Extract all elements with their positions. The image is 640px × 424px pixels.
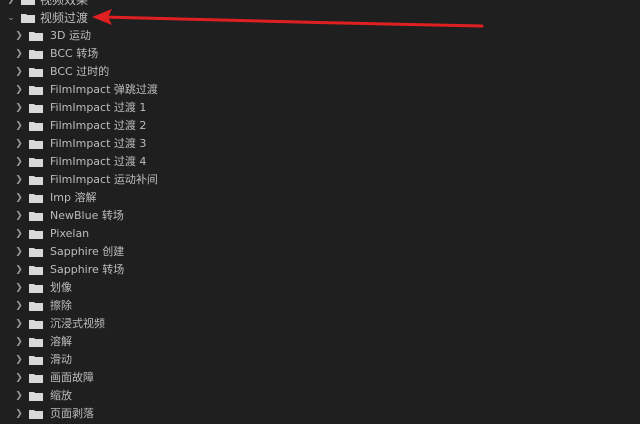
tree-item[interactable]: ❯ 擦除 [0, 297, 640, 315]
tree-item[interactable]: ❯ 画面故障 [0, 369, 640, 387]
tree-item[interactable]: ❯ FilmImpact 运动补间 [0, 171, 640, 189]
tree-item[interactable]: ❯ 3D 运动 [0, 27, 640, 45]
chevron-right-icon[interactable]: ❯ [14, 207, 24, 225]
chevron-right-icon[interactable]: ❯ [14, 189, 24, 207]
tree-item[interactable]: ❯ FilmImpact 过渡 2 [0, 117, 640, 135]
tree-item[interactable]: ❯ Sapphire 转场 [0, 261, 640, 279]
folder-icon [29, 409, 43, 419]
chevron-right-icon[interactable]: ❯ [14, 279, 24, 297]
chevron-right-icon[interactable]: ❯ [14, 27, 24, 45]
tree-item-label: Pixelan [50, 227, 90, 240]
folder-icon [29, 247, 43, 257]
folder-icon [29, 139, 43, 149]
tree-item-label: FilmImpact 过渡 3 [50, 137, 147, 150]
tree-item[interactable]: ❯ 沉浸式视频 [0, 315, 640, 333]
tree-item-label: 缩放 [50, 389, 72, 402]
tree-item-label: Sapphire 创建 [50, 245, 125, 258]
tree-item-label: 3D 运动 [50, 29, 91, 42]
chevron-right-icon[interactable]: ❯ [14, 45, 24, 63]
tree-item-label: FilmImpact 运动补间 [50, 173, 158, 186]
chevron-right-icon[interactable]: ❯ [14, 333, 24, 351]
tree-item-label: FilmImpact 弹跳过渡 [50, 83, 158, 96]
folder-icon [29, 193, 43, 203]
tree-item-label: 沉浸式视频 [50, 317, 105, 330]
folder-icon [29, 85, 43, 95]
tree-item-label: 视频效果 [40, 0, 89, 7]
tree-item-label: BCC 过时的 [50, 65, 110, 78]
folder-icon [29, 103, 43, 113]
folder-icon [29, 229, 43, 239]
tree-item-label: FilmImpact 过渡 2 [50, 119, 147, 132]
chevron-right-icon[interactable]: ❯ [14, 351, 24, 369]
folder-icon [29, 121, 43, 131]
chevron-right-icon[interactable]: ❯ [14, 297, 24, 315]
folder-icon [29, 283, 43, 293]
tree-item-label: 滑动 [50, 353, 72, 366]
tree-item[interactable]: ❯ Sapphire 创建 [0, 243, 640, 261]
tree-item-video-effects[interactable]: ❯ 视频效果 [0, 0, 640, 9]
chevron-right-icon[interactable]: ❯ [14, 81, 24, 99]
chevron-right-icon[interactable]: ❯ [14, 135, 24, 153]
tree-item[interactable]: ❯ 溶解 [0, 333, 640, 351]
tree-item[interactable]: ❯ 划像 [0, 279, 640, 297]
tree-item-label: Imp 溶解 [50, 191, 97, 204]
tree-item-label: FilmImpact 过渡 4 [50, 155, 147, 168]
folder-icon [21, 0, 35, 5]
tree-item[interactable]: ❯ FilmImpact 弹跳过渡 [0, 81, 640, 99]
tree-item-label: 画面故障 [50, 371, 94, 384]
tree-item[interactable]: ❯ FilmImpact 过渡 3 [0, 135, 640, 153]
tree-item-label: 划像 [50, 281, 72, 294]
tree-item-label: FilmImpact 过渡 1 [50, 101, 147, 114]
chevron-right-icon[interactable]: ❯ [14, 387, 24, 405]
tree-item-label: BCC 转场 [50, 47, 99, 60]
folder-icon [29, 67, 43, 77]
chevron-right-icon[interactable]: ❯ [14, 153, 24, 171]
tree-item-label: 擦除 [50, 299, 72, 312]
folder-icon [29, 175, 43, 185]
chevron-right-icon[interactable]: ❯ [14, 261, 24, 279]
chevron-right-icon[interactable]: ❯ [14, 243, 24, 261]
folder-icon [29, 49, 43, 59]
chevron-right-icon[interactable]: ❯ [14, 63, 24, 81]
tree-item[interactable]: ❯ BCC 过时的 [0, 63, 640, 81]
folder-icon [29, 211, 43, 221]
folder-icon [29, 157, 43, 167]
folder-icon [29, 319, 43, 329]
tree-item-video-transitions[interactable]: ⌄ 视频过渡 [0, 9, 640, 27]
chevron-right-icon[interactable]: ❯ [14, 369, 24, 387]
tree-item[interactable]: ❯ 页面剥落 [0, 405, 640, 423]
chevron-right-icon[interactable]: ❯ [14, 99, 24, 117]
folder-icon [29, 337, 43, 347]
folder-icon [29, 265, 43, 275]
tree-item[interactable]: ❯ FilmImpact 过渡 1 [0, 99, 640, 117]
chevron-down-icon[interactable]: ⌄ [6, 9, 16, 27]
tree-item-label: 页面剥落 [50, 407, 94, 420]
tree-item[interactable]: ❯ 缩放 [0, 387, 640, 405]
chevron-right-icon[interactable]: ❯ [14, 315, 24, 333]
tree-item-label: 溶解 [50, 335, 72, 348]
tree-item-label: NewBlue 转场 [50, 209, 124, 222]
tree-item[interactable]: ❯ BCC 转场 [0, 45, 640, 63]
tree-item[interactable]: ❯ Pixelan [0, 225, 640, 243]
folder-icon [29, 373, 43, 383]
chevron-right-icon[interactable]: ❯ [14, 225, 24, 243]
tree-item[interactable]: ❯ NewBlue 转场 [0, 207, 640, 225]
tree-item[interactable]: ❯ Imp 溶解 [0, 189, 640, 207]
effects-tree: ❯ 视频效果 ⌄ 视频过渡 ❯ 3D 运动 ❯ BCC 转场 ❯ BCC 过时的 ❯ Film… [0, 0, 640, 423]
tree-item[interactable]: ❯ FilmImpact 过渡 4 [0, 153, 640, 171]
folder-icon [21, 13, 35, 23]
folder-icon [29, 391, 43, 401]
tree-item-label: 视频过渡 [40, 11, 89, 25]
tree-item-label: Sapphire 转场 [50, 263, 125, 276]
chevron-right-icon[interactable]: ❯ [14, 405, 24, 423]
folder-icon [29, 355, 43, 365]
folder-icon [29, 301, 43, 311]
chevron-right-icon[interactable]: ❯ [14, 171, 24, 189]
chevron-right-icon[interactable]: ❯ [6, 0, 16, 9]
tree-item[interactable]: ❯ 滑动 [0, 351, 640, 369]
chevron-right-icon[interactable]: ❯ [14, 117, 24, 135]
folder-icon [29, 31, 43, 41]
